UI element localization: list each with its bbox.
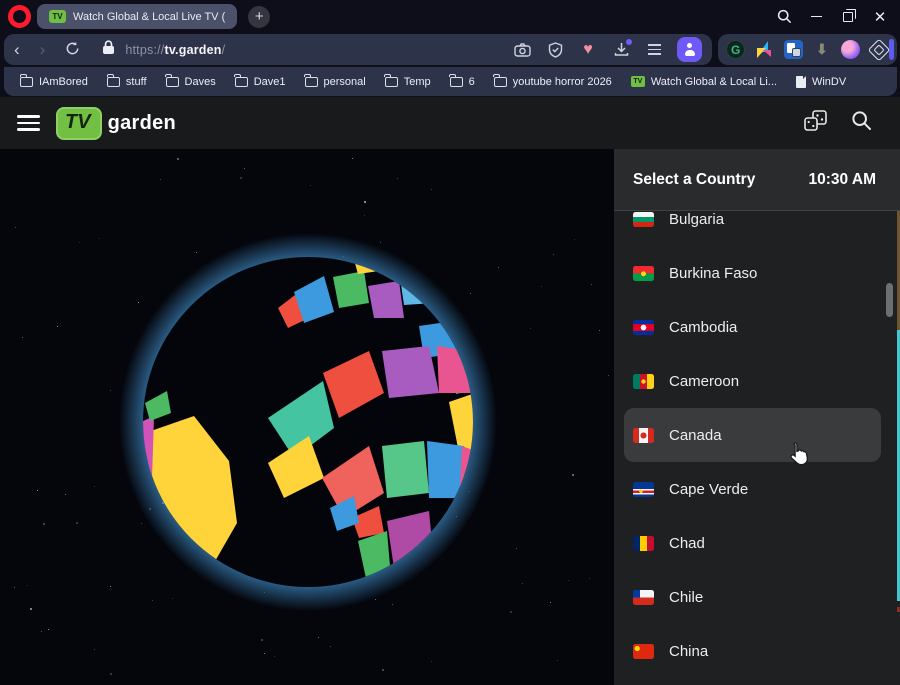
folder-icon — [166, 77, 179, 87]
country-panel-header: Select a Country 10:30 AM — [614, 149, 900, 211]
country-row-cl[interactable]: Chile — [624, 570, 881, 624]
folder-icon — [235, 77, 248, 87]
country-row-kh[interactable]: Cambodia — [624, 300, 881, 354]
country-list: Bulgaria Burkina Faso Cambodia Cameroon … — [614, 192, 900, 678]
tv-garden-favicon: TV — [49, 10, 66, 23]
local-time: 10:30 AM — [809, 171, 876, 189]
tv-icon: TV — [631, 76, 645, 87]
restore-button[interactable] — [838, 7, 858, 27]
url-path: / — [222, 43, 226, 57]
bookmark-dave1[interactable]: Dave1 — [235, 76, 286, 88]
browser-window: TV Watch Global & Local Live TV ( + ✕ ‹ … — [0, 0, 900, 685]
tab-title: Watch Global & Local Live TV ( — [73, 11, 225, 23]
download-badge — [626, 39, 632, 45]
list-scrollbar-thumb[interactable] — [886, 283, 893, 317]
forward-button[interactable]: › — [30, 41, 56, 58]
opera-menu-icon[interactable] — [8, 5, 31, 28]
shield-check-icon[interactable] — [545, 40, 565, 60]
downloader-extension-icon[interactable]: ⬇ — [811, 39, 833, 61]
tv-garden-logo[interactable]: TV garden — [56, 107, 176, 140]
country-row-td[interactable]: Chad — [624, 516, 881, 570]
china-flag-icon — [633, 644, 654, 659]
favorites-heart-icon[interactable]: ♥ — [578, 40, 598, 60]
globe-stage[interactable] — [0, 149, 614, 685]
country-row-cm[interactable]: Cameroon — [624, 354, 881, 408]
cameroon-flag-icon — [633, 374, 654, 389]
logo-garden-text: garden — [108, 112, 176, 135]
profile-button[interactable] — [677, 37, 702, 62]
url-host: tv.garden — [164, 43, 221, 57]
bulgaria-flag-icon — [633, 212, 654, 227]
panel-title: Select a Country — [633, 171, 755, 189]
folder-icon — [385, 77, 398, 87]
orb-extension-icon[interactable] — [840, 39, 862, 61]
page-icon — [796, 76, 806, 88]
close-button[interactable]: ✕ — [870, 7, 890, 27]
tv-garden-page: TV garden — [0, 97, 900, 685]
country-row-bf[interactable]: Burkina Faso — [624, 246, 881, 300]
search-tabs-icon[interactable] — [774, 7, 794, 27]
country-panel: Bulgaria Burkina Faso Cambodia Cameroon … — [614, 149, 900, 685]
bookmark-temp[interactable]: Temp — [385, 76, 431, 88]
country-row-cv[interactable]: Cape Verde — [624, 462, 881, 516]
secure-lock-icon[interactable] — [102, 40, 115, 60]
canada-flag-icon — [633, 428, 654, 443]
tidy-menu-icon[interactable] — [644, 40, 664, 60]
folder-icon — [107, 77, 120, 87]
tab-bar: TV Watch Global & Local Live TV ( + ✕ — [0, 0, 900, 33]
cambodia-flag-icon — [633, 320, 654, 335]
chile-flag-icon — [633, 590, 654, 605]
minimize-button[interactable] — [806, 7, 826, 27]
bookmark-daves[interactable]: Daves — [166, 76, 216, 88]
country-row-ca[interactable]: Canada — [624, 408, 881, 462]
new-tab-button[interactable]: + — [248, 6, 270, 28]
site-header: TV garden — [0, 97, 900, 149]
bookmark-windv[interactable]: WinDV — [796, 76, 846, 88]
extensions-cube-icon[interactable] — [868, 39, 890, 61]
sidebar-handle[interactable] — [889, 39, 894, 60]
password-extension-icon[interactable] — [782, 39, 804, 61]
snapshot-camera-icon[interactable] — [512, 40, 532, 60]
back-button[interactable]: ‹ — [4, 41, 30, 58]
browser-tab[interactable]: TV Watch Global & Local Live TV ( — [37, 4, 237, 29]
bookmark-youtube-horror-2026[interactable]: youtube horror 2026 — [494, 76, 612, 88]
chad-flag-icon — [633, 536, 654, 551]
url-scheme: https:// — [125, 43, 164, 57]
reload-button[interactable] — [55, 41, 90, 58]
world-globe[interactable] — [118, 232, 498, 612]
downloads-icon[interactable] — [611, 40, 631, 60]
layers-extension-icon[interactable] — [753, 39, 775, 61]
bookmark-iambored[interactable]: IAmBored — [20, 76, 88, 88]
mouse-pointer-cursor — [787, 441, 809, 467]
folder-icon — [305, 77, 318, 87]
person-icon — [683, 43, 696, 56]
bookmarks-bar: IAmBored stuff Daves Dave1 personal Temp… — [4, 67, 897, 96]
bookmark-stuff[interactable]: stuff — [107, 76, 147, 88]
logo-tv-badge: TV — [56, 107, 102, 140]
burkina-faso-flag-icon — [633, 266, 654, 281]
site-search-icon[interactable] — [851, 110, 872, 136]
hamburger-menu-icon[interactable] — [17, 115, 40, 131]
bookmark-personal[interactable]: personal — [305, 76, 366, 88]
country-row-cn[interactable]: China — [624, 624, 881, 678]
bookmark-watch-global-local-li-[interactable]: TV Watch Global & Local Li... — [631, 76, 777, 88]
folder-icon — [20, 77, 33, 87]
bookmark-6[interactable]: 6 — [450, 76, 475, 88]
folder-icon — [450, 77, 463, 87]
folder-icon — [494, 77, 507, 87]
cape-verde-flag-icon — [633, 482, 654, 497]
url-display[interactable]: https://tv.garden/ — [125, 43, 225, 57]
address-toolbar: ‹ › https://tv.garden/ ♥ — [4, 34, 712, 65]
extensions-panel: G ⬇ — [718, 34, 897, 65]
random-channel-dice-icon[interactable] — [803, 109, 829, 138]
grammarly-extension-icon[interactable]: G — [725, 39, 747, 61]
